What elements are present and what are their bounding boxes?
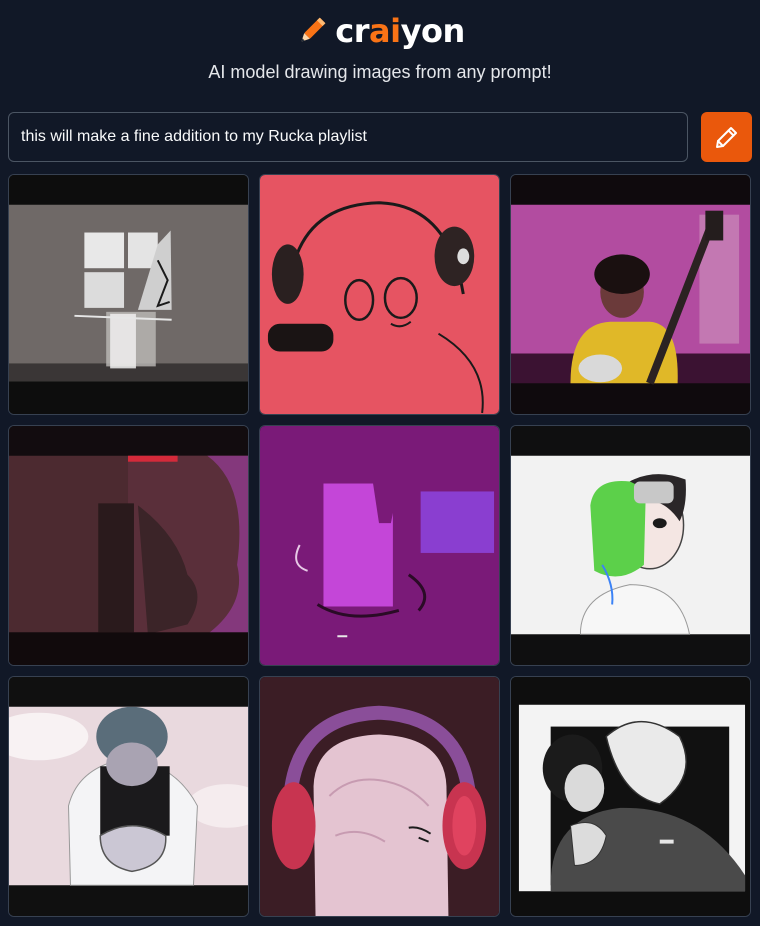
result-image-8[interactable] — [259, 676, 500, 917]
result-image-5[interactable] — [259, 425, 500, 666]
result-image-6[interactable] — [510, 425, 751, 666]
result-image-2[interactable] — [259, 174, 500, 415]
red-headphones-head-image — [260, 677, 499, 916]
prompt-input[interactable] — [8, 112, 688, 162]
logo-suffix: yon — [400, 12, 466, 50]
dark-maroon-room-image — [9, 426, 248, 665]
result-image-3[interactable] — [510, 174, 751, 415]
logo-prefix: cr — [335, 12, 370, 50]
result-image-9[interactable] — [510, 676, 751, 917]
result-image-4[interactable] — [8, 425, 249, 666]
pencil-logo-icon — [301, 17, 326, 42]
anime-green-headphones-image — [511, 426, 750, 665]
hunched-person-image — [9, 677, 248, 916]
pencil-icon — [715, 127, 737, 148]
logo-wordmark: craiyon — [335, 10, 466, 52]
draw-button[interactable] — [701, 112, 752, 162]
result-image-1[interactable] — [8, 174, 249, 415]
guitar-player-image — [511, 175, 750, 414]
header: craiyon AI model drawing images from any… — [0, 0, 760, 110]
craiyon-logo[interactable]: craiyon — [0, 10, 760, 52]
pink-face-headphones-image — [260, 175, 499, 414]
purple-abstract-image — [260, 426, 499, 665]
prompt-row — [8, 112, 752, 162]
results-grid — [8, 174, 752, 918]
result-image-7[interactable] — [8, 676, 249, 917]
tagline: AI model drawing images from any prompt! — [208, 62, 552, 82]
sketch-two-people-image — [511, 677, 750, 916]
logo-accent: ai — [369, 12, 401, 50]
grey-sculpture-image — [9, 175, 248, 414]
